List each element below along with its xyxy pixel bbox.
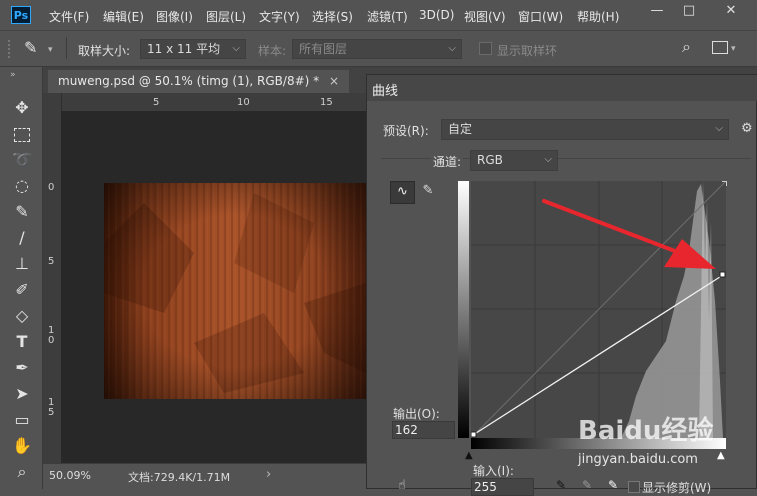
path-selection-tool-icon[interactable]: ➤ — [10, 383, 34, 405]
separator — [66, 37, 67, 59]
workspace-chevron-icon[interactable]: ▾ — [731, 44, 736, 54]
show-ring-checkbox[interactable] — [479, 42, 492, 55]
quick-selection-tool-icon[interactable]: ◌ — [10, 175, 34, 197]
zoom-tool-icon[interactable]: ⌕ — [10, 461, 34, 483]
channel-select[interactable]: RGB ⌵ — [470, 150, 558, 171]
sample-size-value: 11 x 11 平均 — [147, 42, 221, 56]
ruler-tick: 0 — [48, 182, 55, 193]
options-grip[interactable] — [8, 40, 14, 58]
menu-3d[interactable]: 3D(D) — [419, 8, 454, 22]
menu-edit[interactable]: 编辑(E) — [103, 8, 144, 25]
chevron-down-icon: ⌵ — [232, 43, 240, 54]
search-icon[interactable]: ⌕ — [682, 37, 691, 57]
output-field[interactable]: 162 — [392, 421, 455, 439]
sample-layers-value: 所有图层 — [299, 42, 348, 56]
sample-size-label: 取样大小: — [78, 44, 131, 58]
sample-label: 样本: — [258, 44, 287, 58]
stamp-tool-icon[interactable]: ⊥ — [10, 253, 34, 275]
move-tool-icon[interactable]: ✥ — [10, 97, 34, 119]
black-point-slider[interactable]: ▲ — [465, 450, 473, 461]
minimize-button[interactable]: — — [641, 0, 673, 22]
watermark-url: jingyan.baidu.com — [578, 452, 698, 467]
show-clipping-label: 显示修剪(W) — [642, 481, 712, 495]
marquee-tool-icon[interactable] — [10, 123, 34, 145]
rectangle-tool-icon[interactable]: ▭ — [10, 409, 34, 431]
lasso-tool-icon[interactable]: ➰ — [10, 149, 34, 171]
input-field[interactable]: 255 — [471, 478, 534, 496]
preset-select[interactable]: 自定 ⌵ — [441, 119, 729, 140]
tool-preset-chevron-icon[interactable]: ▾ — [48, 45, 53, 55]
sample-size-select[interactable]: 11 x 11 平均 ⌵ — [140, 39, 246, 59]
sample-layers-select[interactable]: 所有图层 ⌵ — [292, 39, 462, 59]
watermark-logo: Baidu经验 — [578, 416, 714, 446]
curves-dialog-title: 曲线 — [372, 84, 399, 99]
output-label: 输出(O): — [393, 407, 440, 421]
eraser-tool-icon[interactable]: ◇ — [10, 305, 34, 327]
eyedropper-icon[interactable]: ✎ — [24, 38, 37, 57]
show-ring-label: 显示取样环 — [497, 44, 558, 58]
photoshop-logo[interactable]: Ps — [11, 6, 31, 24]
white-eyedropper-icon[interactable]: ✎ — [608, 478, 618, 492]
menu-view[interactable]: 视图(V) — [464, 8, 506, 25]
graph-corner-marker — [722, 181, 727, 186]
curve-point-mode-icon[interactable]: ∿ — [390, 181, 415, 204]
show-clipping-checkbox[interactable] — [628, 481, 640, 493]
menu-window[interactable]: 窗口(W) — [518, 8, 563, 25]
document-info: 文档:729.4K/1.71M — [128, 471, 231, 484]
zoom-level[interactable]: 50.09% — [49, 469, 91, 482]
hand-tool-icon[interactable]: ✋ — [10, 435, 34, 457]
preset-value: 自定 — [448, 122, 473, 136]
pencil-icon[interactable]: ✎ — [418, 181, 438, 202]
document-tab[interactable]: muweng.psd @ 50.1% (timg (1), RGB/8#) * … — [48, 70, 350, 93]
chevron-down-icon: ⌵ — [544, 154, 552, 165]
curves-dialog-titlebar[interactable] — [367, 75, 757, 101]
wood-texture-image[interactable] — [104, 183, 366, 399]
chevron-down-icon: ⌵ — [715, 123, 723, 134]
input-label: 输入(I): — [473, 464, 514, 478]
red-annotation-arrow — [540, 195, 720, 275]
gear-icon[interactable]: ⚙ — [741, 121, 753, 136]
ruler-tick: 5 — [48, 256, 55, 267]
menu-select[interactable]: 选择(S) — [312, 8, 353, 25]
menu-help[interactable]: 帮助(H) — [577, 8, 619, 25]
brush-tool-icon[interactable]: / — [10, 227, 34, 249]
ruler-tick: 1 5 — [48, 397, 55, 418]
history-brush-tool-icon[interactable]: ✐ — [10, 279, 34, 301]
menu-image[interactable]: 图像(I) — [156, 8, 193, 25]
menu-type[interactable]: 文字(Y) — [259, 8, 300, 25]
channel-value: RGB — [477, 153, 503, 167]
maximize-button[interactable]: □ — [673, 0, 705, 22]
close-tab-icon[interactable]: × — [329, 74, 339, 88]
ruler-tick: 5 — [153, 97, 160, 108]
hand-adjust-icon[interactable]: ☝ — [398, 478, 406, 493]
close-window-button[interactable]: ✕ — [705, 0, 757, 22]
gray-eyedropper-icon[interactable]: ✎ — [582, 478, 592, 492]
menu-layer[interactable]: 图层(L) — [206, 8, 246, 25]
menu-filter[interactable]: 滤镜(T) — [367, 8, 408, 25]
black-eyedropper-icon[interactable]: ✎ — [556, 478, 566, 492]
channel-label: 通道: — [431, 153, 464, 170]
ruler-tick: 1 0 — [48, 325, 55, 346]
document-tab-label: muweng.psd @ 50.1% (timg (1), RGB/8#) * — [58, 74, 320, 88]
ruler-tick: 15 — [320, 97, 333, 108]
chevron-down-icon: ⌵ — [448, 43, 456, 54]
preset-label: 预设(R): — [383, 124, 429, 138]
ruler-tick: 10 — [237, 97, 250, 108]
eyedropper-tool-icon[interactable]: ✎ — [10, 201, 34, 223]
workspace-icon[interactable] — [712, 41, 728, 54]
output-gradient-bar — [458, 181, 469, 438]
expand-panel-icon[interactable]: » — [10, 70, 16, 80]
white-point-slider[interactable]: ▲ — [717, 450, 725, 461]
status-menu-arrow[interactable]: › — [266, 467, 271, 482]
menu-file[interactable]: 文件(F) — [49, 8, 89, 25]
pen-tool-icon[interactable]: ✒ — [10, 357, 34, 379]
type-tool-icon[interactable]: T — [10, 331, 34, 353]
